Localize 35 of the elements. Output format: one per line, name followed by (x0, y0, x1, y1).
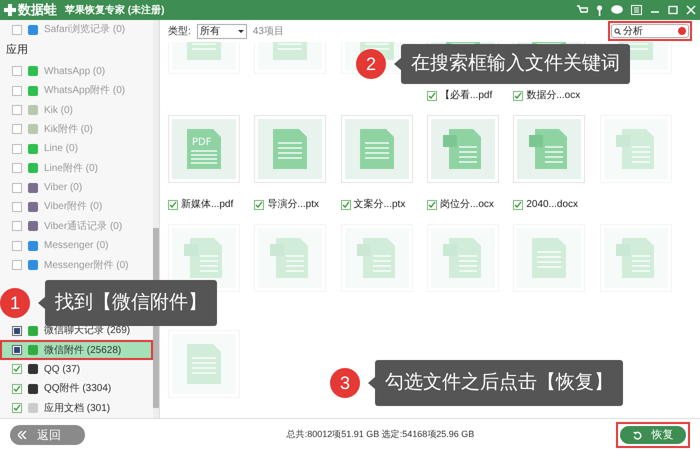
step-number-badge: 2 (356, 49, 386, 79)
item-label: Messenger (0) (44, 239, 108, 254)
item-label: Viber附件 (0) (44, 200, 102, 214)
app-logo: 数据蛙 (18, 1, 57, 20)
item-label: 微信附件 (25628) (44, 344, 122, 358)
item-label: Kik附件 (0) (44, 122, 93, 137)
item-label: QQ (37) (44, 362, 80, 377)
item-label: Viber通话记录 (0) (44, 220, 122, 234)
item-label: WhatsApp附件 (0) (44, 84, 126, 98)
file-name: 2040...docx (526, 198, 578, 212)
type-label: 类型: (168, 24, 191, 38)
file-name: 岗位分...ocx (440, 198, 494, 212)
file-name: 数据分...ocx (526, 89, 580, 103)
instruction-tooltip: 在搜索框输入文件关键词 (401, 44, 630, 84)
file-name: 新媒体...pdf (181, 198, 234, 212)
instruction-tooltip: 找到【微信附件】 (45, 280, 217, 326)
selection-summary: 总共:80012项51.91 GB 选定:54168项25.96 GB (286, 428, 476, 442)
item-label: QQ附件 (3304) (44, 382, 112, 396)
file-name: 文案分...ptx (354, 198, 406, 212)
step-number-badge: 3 (330, 368, 360, 398)
item-label: Line附件 (0) (44, 162, 98, 176)
section-heading: 应用 (5, 42, 29, 58)
window-title: 苹果恢复专家 (未注册) (65, 3, 164, 18)
item-label: Messenger附件 (0) (44, 258, 128, 273)
instruction-tooltip: 勾选文件之后点击【恢复】 (375, 360, 623, 406)
item-count: 43项目 (252, 24, 284, 38)
item-label: Kik (0) (44, 104, 73, 118)
pdf-file-icon: PDF (187, 129, 221, 169)
file-name: 导演分...ptx (267, 198, 320, 212)
item-label: Line (0) (44, 142, 78, 156)
item-label: Viber (0) (44, 181, 82, 196)
item-label: Safari浏览记录 (0) (44, 22, 126, 38)
item-label: WhatsApp (0) (44, 64, 106, 79)
file-name: 【必看...pdf (440, 88, 492, 103)
item-label: 应用文档 (301) (44, 402, 110, 416)
